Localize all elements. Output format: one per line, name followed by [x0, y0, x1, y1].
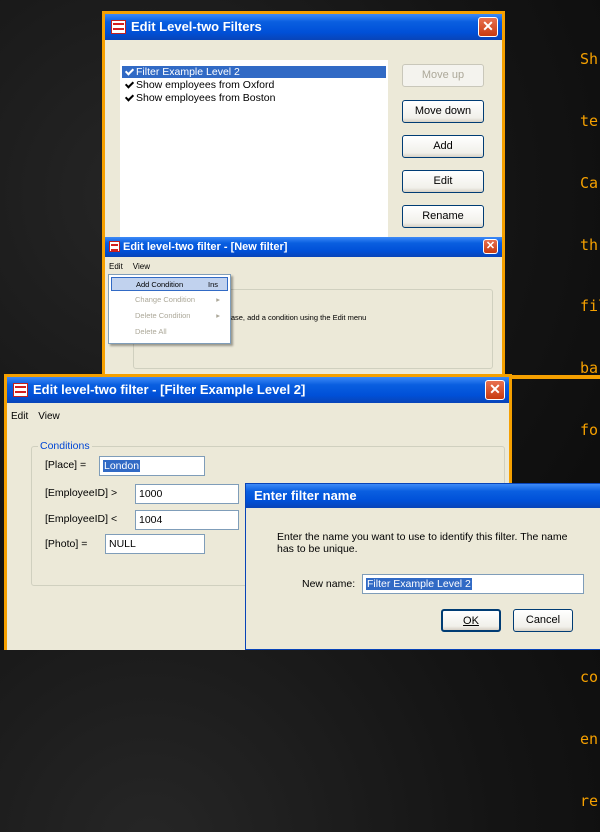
cancel-button[interactable]: Cancel — [513, 609, 573, 632]
background-text-line: Ca — [580, 173, 599, 192]
window2-titlebar[interactable]: Edit level-two filter - [New filter] ✕ — [105, 237, 502, 257]
checkbox-checked-icon[interactable] — [124, 80, 134, 90]
list-item-label: Show employees from Boston — [136, 92, 276, 104]
condition-value-input[interactable]: NULL — [105, 534, 205, 554]
list-item[interactable]: Filter Example Level 2 — [122, 66, 386, 78]
new-name-value: Filter Example Level 2 — [366, 578, 472, 590]
ok-button[interactable]: OK — [441, 609, 501, 632]
background-text-line: en — [580, 729, 599, 748]
close-button[interactable]: ✕ — [478, 17, 498, 37]
dialog-title: Enter filter name — [254, 488, 357, 503]
condition-label: [EmployeeID] > — [45, 487, 118, 499]
conditions-group-title: Conditions — [38, 440, 92, 452]
enter-filter-name-dialog: Enter filter name Enter the name you wan… — [245, 483, 600, 650]
menu-item-label: Delete Condition — [135, 311, 191, 320]
background-text-line: Sh — [580, 50, 599, 69]
menu-edit[interactable]: Edit — [109, 262, 123, 271]
edit-button[interactable]: Edit — [402, 170, 484, 193]
new-name-label: New name: — [302, 578, 356, 590]
app-icon — [109, 241, 120, 252]
background-text-line: co — [580, 668, 599, 686]
condition-value: 1004 — [139, 514, 163, 526]
edit-filter-new-window: Edit level-two filter - [New filter] ✕ E… — [102, 237, 505, 382]
list-item-label: Filter Example Level 2 — [136, 66, 240, 78]
add-button[interactable]: Add — [402, 135, 484, 158]
window3-title: Edit level-two filter - [Filter Example … — [33, 382, 306, 397]
menu-edit[interactable]: Edit — [11, 411, 28, 422]
submenu-arrow-icon: ▸ — [216, 295, 220, 304]
window2-hint-text: Please, add a condition using the Edit m… — [220, 313, 367, 322]
menu-item-label: Delete All — [135, 327, 167, 336]
window1-title: Edit Level-two Filters — [131, 19, 262, 34]
window3-menubar: Edit View — [7, 410, 509, 425]
dialog-message: Enter the name you want to use to identi… — [277, 531, 568, 555]
app-icon — [111, 20, 126, 34]
rename-button[interactable]: Rename — [402, 205, 484, 228]
dialog-titlebar[interactable]: Enter filter name — [246, 484, 600, 508]
condition-value: 1000 — [139, 488, 163, 500]
frame-connector — [500, 375, 600, 379]
ok-label: OK — [463, 615, 479, 627]
background-description-text: Sh te Ca th fil ba fo ca en a co en re — [580, 8, 600, 832]
menu-view[interactable]: View — [38, 411, 60, 422]
edit-dropdown-menu: Add Condition Ins Change Condition ▸ Del… — [108, 274, 231, 344]
checkbox-checked-icon[interactable] — [124, 93, 134, 103]
condition-value-input[interactable]: 1000 — [135, 484, 239, 504]
menu-item-delete-condition[interactable]: Delete Condition ▸ — [111, 309, 228, 323]
new-name-input[interactable]: Filter Example Level 2 — [362, 574, 584, 594]
window2-title: Edit level-two filter - [New filter] — [123, 241, 288, 253]
list-item[interactable]: Show employees from Boston — [122, 92, 386, 104]
background-text-line: fil — [580, 297, 600, 316]
filter-list[interactable]: Filter Example Level 2 Show employees fr… — [120, 60, 388, 253]
condition-label: [Place] = — [45, 459, 87, 471]
menu-item-delete-all[interactable]: Delete All — [111, 325, 228, 339]
move-down-button[interactable]: Move down — [402, 100, 484, 123]
close-button[interactable]: ✕ — [485, 380, 505, 400]
edit-level-two-filters-window: Edit Level-two Filters ✕ Filter Example … — [102, 11, 505, 256]
menu-item-label: Change Condition — [135, 295, 196, 304]
menu-item-add-condition[interactable]: Add Condition Ins — [111, 277, 228, 291]
background-text-line: th — [580, 235, 599, 254]
cancel-label: Cancel — [525, 614, 561, 626]
list-item-label: Show employees from Oxford — [136, 79, 275, 91]
submenu-arrow-icon: ▸ — [216, 311, 220, 320]
condition-value-input[interactable]: 1004 — [135, 510, 239, 530]
window2-menubar: Edit View — [105, 259, 502, 274]
background-text-line: te — [580, 111, 599, 130]
menu-item-shortcut: Ins — [208, 280, 219, 289]
condition-label: [EmployeeID] < — [45, 513, 118, 525]
list-item[interactable]: Show employees from Oxford — [122, 79, 386, 91]
checkbox-checked-icon[interactable] — [124, 67, 134, 77]
close-button[interactable]: ✕ — [483, 239, 498, 254]
condition-value: London — [103, 460, 141, 472]
menu-item-change-condition[interactable]: Change Condition ▸ — [111, 293, 228, 307]
condition-value-input[interactable]: London — [99, 456, 205, 476]
condition-label: [Photo] = — [45, 538, 88, 550]
window1-titlebar[interactable]: Edit Level-two Filters ✕ — [105, 14, 502, 40]
background-text-line: re — [580, 791, 599, 810]
menu-view[interactable]: View — [133, 262, 150, 271]
menu-item-label: Add Condition — [136, 280, 184, 289]
condition-value: NULL — [109, 538, 136, 550]
window3-titlebar[interactable]: Edit level-two filter - [Filter Example … — [7, 377, 509, 403]
move-up-button[interactable]: Move up — [402, 64, 484, 87]
app-icon — [13, 383, 28, 397]
background-text-line: fo — [580, 420, 599, 439]
